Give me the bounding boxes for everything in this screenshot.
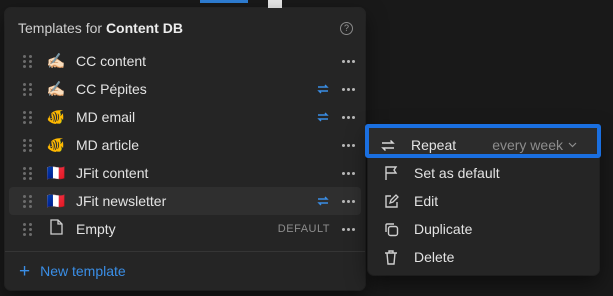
new-template-label: New template <box>40 263 126 279</box>
more-options-icon[interactable] <box>342 59 355 63</box>
template-label: MD email <box>76 109 136 125</box>
plus-icon: + <box>19 260 31 282</box>
popup-title: Templates for Content DB <box>18 20 183 36</box>
set-default-label: Set as default <box>414 165 500 181</box>
template-row-md-email[interactable]: 🐠 MD email <box>9 103 361 131</box>
menu-item-repeat[interactable]: Repeat every week <box>371 131 593 159</box>
template-row-cc-pepites[interactable]: ✍🏻 CC Pépites <box>9 75 361 103</box>
drag-handle-icon[interactable] <box>23 110 33 124</box>
help-icon[interactable]: ? <box>340 21 353 35</box>
template-row-jfit-content[interactable]: 🇫🇷 JFit content <box>9 159 361 187</box>
drag-handle-icon[interactable] <box>23 222 33 236</box>
template-label: MD article <box>76 137 140 153</box>
background-tab-indicator <box>200 0 248 3</box>
drag-handle-icon[interactable] <box>23 194 33 208</box>
more-options-icon[interactable] <box>342 227 355 231</box>
writing-hand-icon: ✍🏻 <box>46 81 66 98</box>
drag-handle-icon[interactable] <box>23 54 33 68</box>
chevron-down-icon <box>568 142 577 148</box>
template-label: JFit newsletter <box>76 193 167 209</box>
france-flag-icon: 🇫🇷 <box>46 165 66 182</box>
template-row-jfit-newsletter[interactable]: 🇫🇷 JFit newsletter <box>9 187 361 215</box>
more-options-icon[interactable] <box>342 87 355 91</box>
background-element <box>268 0 282 8</box>
page-icon <box>46 219 66 239</box>
more-options-icon[interactable] <box>342 171 355 175</box>
fish-icon: 🐠 <box>46 137 66 154</box>
flag-icon <box>381 165 401 181</box>
repeat-icon <box>317 112 329 122</box>
new-template-button[interactable]: + New template <box>19 260 126 282</box>
more-options-icon[interactable] <box>342 143 355 147</box>
popup-header: Templates for Content DB ? <box>18 19 353 37</box>
duplicate-icon <box>381 222 401 237</box>
drag-handle-icon[interactable] <box>23 138 33 152</box>
repeat-label: Repeat <box>411 137 457 153</box>
drag-handle-icon[interactable] <box>23 166 33 180</box>
template-row-cc-content[interactable]: ✍🏻 CC content <box>9 47 361 75</box>
repeat-frequency-select[interactable]: every week <box>492 137 577 153</box>
template-label: CC content <box>76 53 147 69</box>
template-list: ✍🏻 CC content ✍🏻 CC Pépites 🐠 MD email 🐠… <box>9 47 361 243</box>
more-options-icon[interactable] <box>342 115 355 119</box>
template-label: Empty <box>76 221 116 237</box>
menu-item-duplicate[interactable]: Duplicate <box>374 215 596 243</box>
menu-item-delete[interactable]: Delete <box>374 243 596 271</box>
duplicate-label: Duplicate <box>414 221 473 237</box>
more-options-icon[interactable] <box>342 199 355 203</box>
default-badge: DEFAULT <box>277 223 330 235</box>
template-row-md-article[interactable]: 🐠 MD article <box>9 131 361 159</box>
edit-label: Edit <box>414 193 439 209</box>
repeat-icon <box>317 196 329 206</box>
menu-item-edit[interactable]: Edit <box>374 187 596 215</box>
france-flag-icon: 🇫🇷 <box>46 193 66 210</box>
template-label: CC Pépites <box>76 81 147 97</box>
repeat-icon <box>378 139 398 152</box>
repeat-icon <box>317 84 329 94</box>
template-row-empty[interactable]: Empty DEFAULT <box>9 215 361 243</box>
divider <box>5 251 365 252</box>
writing-hand-icon: ✍🏻 <box>46 53 66 70</box>
fish-icon: 🐠 <box>46 109 66 126</box>
edit-icon <box>381 193 401 209</box>
templates-popup: Templates for Content DB ? ✍🏻 CC content… <box>5 8 365 290</box>
menu-item-set-default[interactable]: Set as default <box>374 159 596 187</box>
delete-label: Delete <box>414 249 455 265</box>
drag-handle-icon[interactable] <box>23 82 33 96</box>
template-label: JFit content <box>76 165 149 181</box>
trash-icon <box>381 249 401 265</box>
